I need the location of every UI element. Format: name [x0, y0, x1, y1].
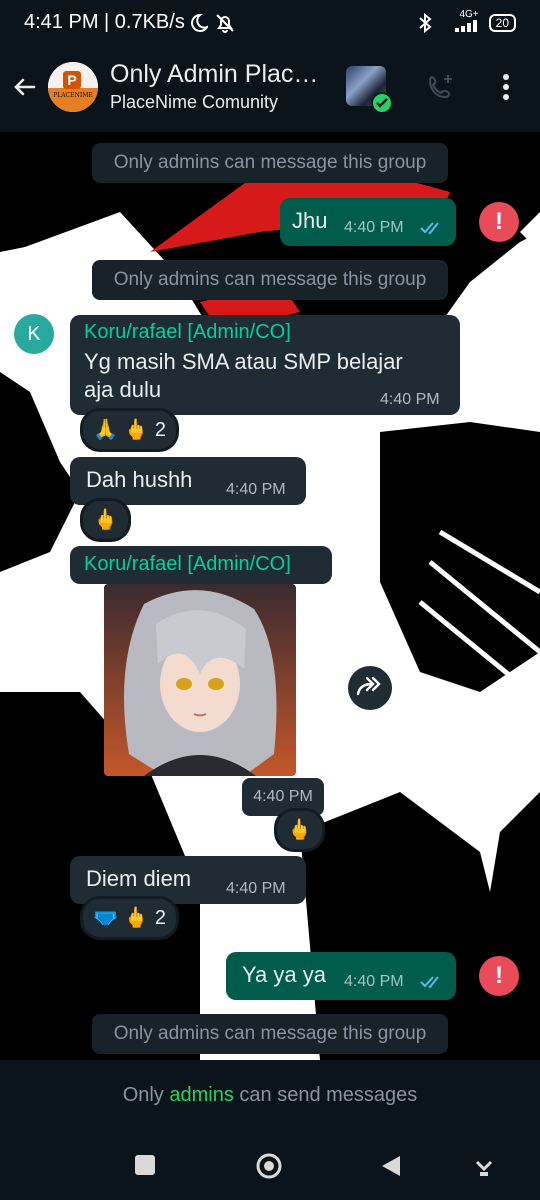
network-type: 4G+	[459, 9, 479, 20]
chat-area[interactable]: Only admins can message this group Jhu 4…	[0, 132, 540, 1060]
reaction-emoji: 🖕	[287, 819, 312, 841]
chat-title[interactable]: Only Admin Plac…	[110, 60, 318, 89]
chat-subtitle[interactable]: PlaceNime Comunity	[110, 92, 278, 113]
message-text-line: Yg masih SMA atau SMP belajar	[84, 349, 403, 374]
check-badge-icon	[371, 92, 393, 114]
group-avatar[interactable]: P PLACENIME	[48, 62, 98, 112]
add-call-icon[interactable]	[426, 72, 456, 102]
admins-link[interactable]: admins	[169, 1084, 233, 1106]
back-nav-icon[interactable]	[380, 1154, 402, 1178]
shared-image[interactable]	[104, 584, 296, 776]
reaction-emoji: 🖕	[93, 509, 118, 531]
incoming-message[interactable]: Koru/rafael [Admin/CO] Yg masih SMA atau…	[70, 315, 460, 415]
system-navbar	[0, 1136, 540, 1200]
moon-icon	[191, 13, 208, 32]
admins-only-notice: Only admins can send messages	[0, 1084, 540, 1107]
forward-button[interactable]	[348, 666, 392, 710]
chat-header: P PLACENIME Only Admin Plac… PlaceNime C…	[0, 48, 540, 132]
reaction-emoji: 🖕	[123, 907, 149, 929]
message-text: Dah hushh	[86, 467, 193, 492]
status-bar: 4:41 PM | 0.7KB/s 4G+ 20	[0, 0, 540, 48]
reaction-emoji: 🙏	[93, 419, 118, 441]
composer-disabled-bar: Only admins can send messages	[0, 1060, 540, 1136]
more-options-icon[interactable]	[496, 72, 516, 102]
outgoing-message[interactable]: Jhu 4:40 PM	[280, 198, 456, 246]
sender-name[interactable]: Koru/rafael [Admin/CO]	[84, 321, 291, 344]
reaction-count: 2	[154, 419, 166, 441]
avatar-logo-letter: P	[63, 71, 81, 89]
notice-prefix: Only	[122, 1084, 164, 1106]
message-text: Jhu	[292, 208, 328, 233]
message-text: Diem diem	[86, 866, 192, 891]
message-time: 4:40 PM	[344, 219, 404, 236]
bluetooth-icon	[418, 12, 432, 33]
bell-off-icon	[216, 14, 234, 33]
message-time: 4:40 PM	[226, 880, 286, 897]
reaction-emoji: 🩲	[93, 907, 118, 929]
avatar-logo-text: PLACENIME	[53, 92, 93, 99]
home-icon[interactable]	[255, 1152, 283, 1180]
message-text-line: aja dulu	[84, 377, 162, 402]
system-message: Only admins can message this group	[92, 1014, 448, 1054]
reaction-count: 2	[154, 907, 166, 929]
reaction-emoji: 🖕	[123, 419, 149, 441]
outgoing-message[interactable]: Ya ya ya 4:40 PM	[226, 952, 456, 1000]
hide-keyboard-icon[interactable]	[474, 1154, 494, 1178]
back-arrow-icon[interactable]	[10, 72, 40, 102]
status-time: 4:41 PM | 0.7KB/s	[24, 11, 185, 33]
message-time: 4:40 PM	[380, 391, 440, 408]
message-time: 4:40 PM	[344, 973, 404, 990]
system-message: Only admins can message this group	[92, 143, 448, 183]
reaction-chip[interactable]: 🖕	[80, 498, 131, 542]
reaction-chip[interactable]: 🖕	[274, 808, 325, 852]
anime-image	[104, 584, 296, 776]
network-indicator: 4G+	[443, 10, 479, 35]
error-icon[interactable]: !	[479, 202, 519, 242]
battery-icon: 20	[488, 13, 516, 32]
message-time: 4:40 PM	[226, 481, 286, 498]
reaction-chip[interactable]: 🙏 🖕 2	[80, 408, 179, 452]
sender-name[interactable]: Koru/rafael [Admin/CO]	[84, 553, 291, 576]
status-right: 4G+ 20	[417, 10, 516, 35]
forward-icon	[356, 676, 381, 696]
notice-suffix: can send messages	[239, 1084, 418, 1106]
system-message: Only admins can message this group	[92, 260, 448, 300]
sender-avatar[interactable]: K	[14, 314, 54, 354]
read-receipt-icon	[420, 976, 439, 989]
reaction-chip[interactable]: 🩲 🖕 2	[80, 896, 179, 940]
recents-icon[interactable]	[134, 1154, 156, 1176]
read-receipt-icon	[420, 222, 439, 235]
error-icon[interactable]: !	[479, 956, 519, 996]
message-text: Ya ya ya	[242, 962, 326, 987]
image-message-header[interactable]: Koru/rafael [Admin/CO]	[70, 546, 332, 584]
signal-icon	[454, 20, 477, 32]
